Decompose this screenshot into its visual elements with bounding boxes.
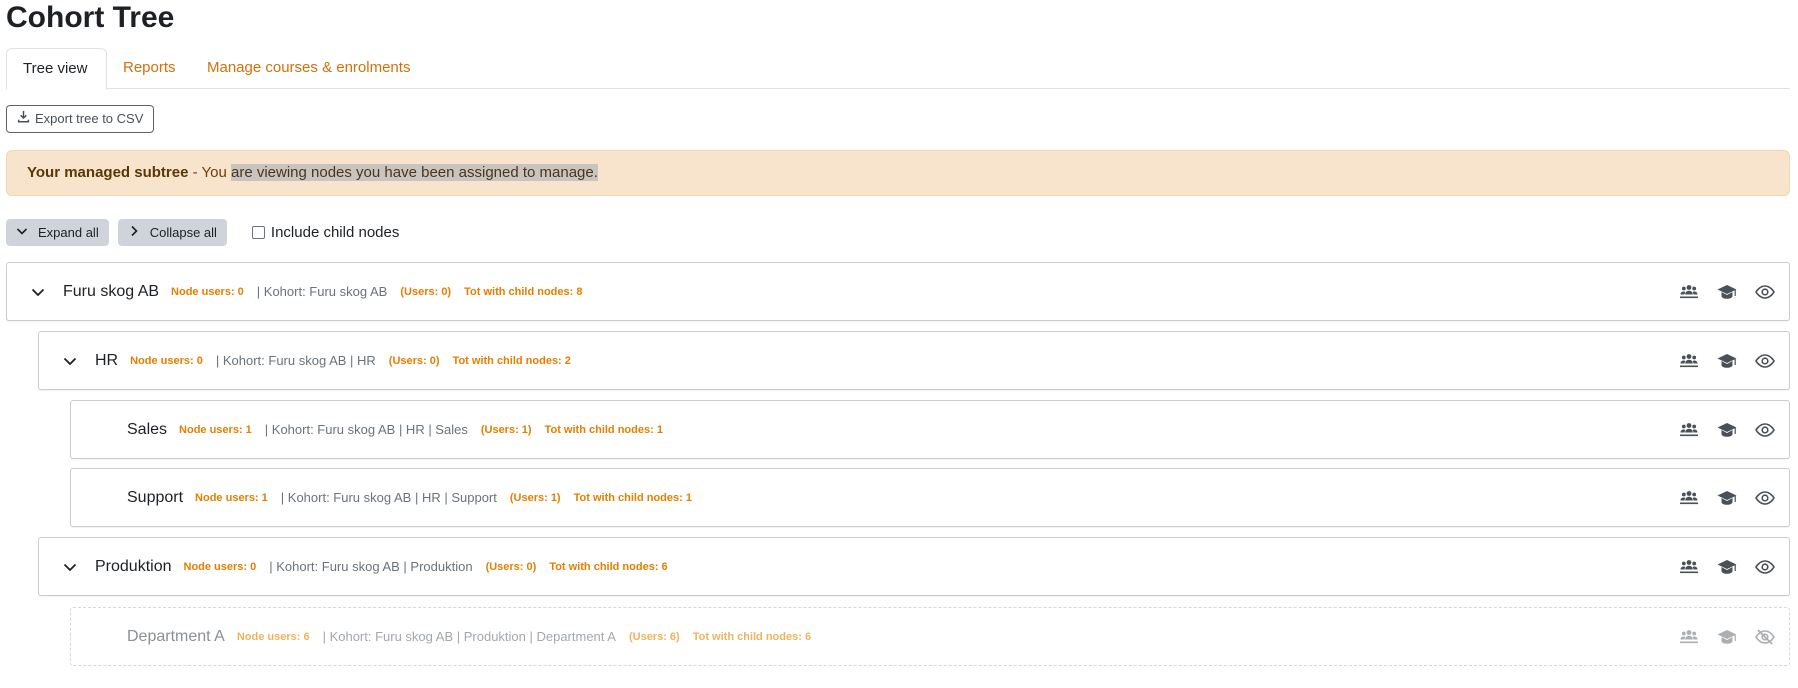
node-name[interactable]: Sales (127, 421, 167, 439)
users-count-badge: (Users: 0) (388, 354, 440, 367)
users-count-badge: (Users: 1) (509, 491, 561, 504)
tab-manage-courses[interactable]: Manage courses & enrolments (191, 48, 426, 89)
users-icon[interactable] (1679, 488, 1699, 508)
eye-icon[interactable] (1755, 420, 1775, 440)
total-child-nodes-badge: Tot with child nodes: 2 (452, 354, 571, 367)
node-users-badge: Node users: 1 (179, 423, 252, 436)
tree-node[interactable]: HR Node users: 0 | Kohort: Furu skog AB | … (38, 331, 1790, 390)
page: Cohort Tree Tree view Reports Manage cou… (0, 0, 1798, 688)
users-icon[interactable] (1679, 351, 1699, 371)
graduation-cap-icon[interactable] (1717, 282, 1737, 302)
kohort-path: | Kohort: Furu skog AB | HR (215, 353, 376, 368)
node-actions (1679, 263, 1775, 320)
total-child-nodes-badge: Tot with child nodes: 1 (544, 423, 663, 436)
node-users-badge: Node users: 0 (130, 354, 203, 367)
graduation-cap-icon[interactable] (1717, 420, 1737, 440)
node-name[interactable]: Support (127, 489, 183, 507)
node-name[interactable]: Furu skog AB (63, 283, 159, 301)
node-users-badge: Node users: 0 (171, 285, 244, 298)
include-child-nodes-checkbox[interactable] (251, 225, 265, 239)
eye-icon[interactable] (1755, 351, 1775, 371)
node-name[interactable]: HR (95, 352, 118, 370)
eye-slash-icon[interactable] (1755, 627, 1775, 647)
users-count-badge: (Users: 6) (628, 630, 680, 643)
tab-reports[interactable]: Reports (107, 48, 192, 89)
kohort-path: | Kohort: Furu skog AB | HR | Support (280, 490, 497, 505)
tab-tree-view[interactable]: Tree view (6, 48, 107, 90)
node-actions (1679, 469, 1775, 526)
node-name[interactable]: Department A (127, 628, 225, 646)
tree-node[interactable]: Support Node users: 1 | Kohort: Furu skog … (70, 468, 1790, 527)
export-csv-label: Export tree to CSV (35, 111, 144, 126)
chevron-down-icon[interactable] (63, 560, 77, 574)
collapse-all-label: Collapse all (149, 224, 217, 240)
alert-highlight: are viewing nodes you have been assigned… (230, 164, 598, 181)
chevron-down-icon[interactable] (31, 285, 45, 299)
chevron-down-icon (16, 225, 28, 240)
node-actions (1679, 608, 1775, 665)
download-icon (17, 106, 30, 132)
alert-text: - You (188, 164, 231, 181)
node-users-badge: Node users: 1 (195, 491, 268, 504)
graduation-cap-icon[interactable] (1717, 557, 1737, 577)
expand-all-button[interactable]: Expand all (6, 218, 109, 246)
node-users-badge: Node users: 0 (183, 560, 257, 573)
node-name[interactable]: Produktion (95, 558, 172, 576)
kohort-path: | Kohort: Furu skog AB | HR | Sales (264, 422, 468, 437)
expand-all-label: Expand all (38, 224, 99, 240)
users-count-badge: (Users: 0) (485, 560, 537, 573)
users-icon[interactable] (1679, 282, 1699, 302)
users-icon[interactable] (1679, 557, 1699, 577)
graduation-cap-icon[interactable] (1717, 488, 1737, 508)
managed-subtree-alert: Your managed subtree - You are viewing n… (6, 150, 1790, 196)
users-icon[interactable] (1679, 627, 1699, 647)
eye-icon[interactable] (1755, 488, 1775, 508)
tree-controls: Expand all Collapse all Include child no… (6, 218, 399, 246)
graduation-cap-icon[interactable] (1717, 351, 1737, 371)
graduation-cap-icon[interactable] (1717, 627, 1737, 647)
chevron-down-icon[interactable] (63, 354, 77, 368)
tree-node[interactable]: Sales Node users: 1 | Kohort: Furu skog AB… (70, 400, 1790, 459)
total-child-nodes-badge: Tot with child nodes: 1 (573, 491, 692, 504)
node-actions (1679, 401, 1775, 458)
include-child-nodes-label: Include child nodes (270, 223, 400, 241)
export-csv-button[interactable]: Export tree to CSV (6, 105, 155, 133)
kohort-path: | Kohort: Furu skog AB (256, 284, 388, 299)
eye-icon[interactable] (1755, 557, 1775, 577)
node-actions (1679, 332, 1775, 389)
alert-strong: Your managed subtree (27, 164, 189, 181)
include-child-nodes-toggle[interactable]: Include child nodes (251, 223, 400, 241)
collapse-all-button[interactable]: Collapse all (117, 218, 227, 246)
total-child-nodes-badge: Tot with child nodes: 6 (549, 560, 668, 573)
users-count-badge: (Users: 0) (400, 285, 452, 298)
kohort-path: | Kohort: Furu skog AB | Produktion | De… (322, 629, 616, 644)
node-actions (1679, 538, 1775, 595)
eye-icon[interactable] (1755, 282, 1775, 302)
tree-node[interactable]: Department A Node users: 6 | Kohort: Furu … (70, 607, 1790, 666)
users-count-badge: (Users: 1) (480, 423, 532, 436)
page-title: Cohort Tree (6, 1, 175, 34)
node-users-badge: Node users: 6 (236, 630, 310, 643)
kohort-path: | Kohort: Furu skog AB | Produktion (269, 559, 473, 574)
tree-node[interactable]: Produktion Node users: 0 | Kohort: Furu sk… (38, 537, 1790, 596)
total-child-nodes-badge: Tot with child nodes: 6 (692, 630, 812, 643)
users-icon[interactable] (1679, 420, 1699, 440)
tree-node[interactable]: Furu skog AB Node users: 0 | Kohort: Furu … (6, 262, 1790, 321)
total-child-nodes-badge: Tot with child nodes: 8 (464, 285, 583, 298)
tab-bar: Tree view Reports Manage courses & enrol… (6, 48, 1790, 90)
chevron-right-icon (128, 225, 140, 240)
